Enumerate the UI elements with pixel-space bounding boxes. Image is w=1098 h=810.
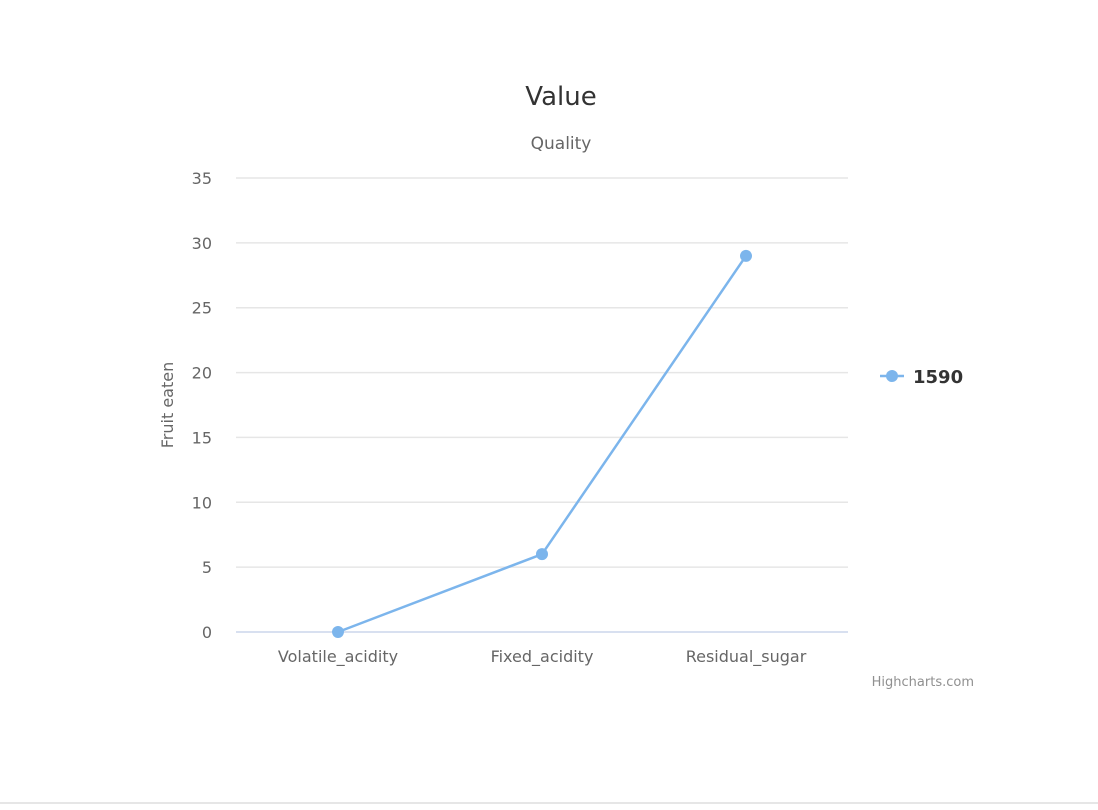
x-axis-tick-labels: Volatile_acidity Fixed_acidity Residual_su… [278, 647, 807, 667]
legend-item-label[interactable]: 1590 [913, 367, 963, 388]
x-tick-label: Volatile_acidity [278, 647, 398, 667]
y-tick-label: 0 [202, 623, 212, 642]
series-line[interactable] [336, 254, 748, 634]
y-axis-title: Fruit eaten [158, 362, 177, 448]
y-tick-label: 35 [192, 169, 212, 188]
x-tick-label: Residual_sugar [686, 647, 807, 667]
y-tick-label: 10 [192, 493, 212, 512]
legend[interactable]: 1590 [880, 367, 963, 388]
x-tick-label: Fixed_acidity [491, 647, 594, 667]
grid-lines [236, 177, 848, 568]
y-tick-label: 30 [192, 234, 212, 253]
bottom-divider [0, 802, 1098, 804]
y-tick-label: 5 [202, 558, 212, 577]
y-tick-label: 15 [192, 428, 212, 447]
chart-title: Value [525, 82, 596, 112]
y-tick-label: 25 [192, 299, 212, 318]
y-tick-label: 20 [192, 364, 212, 383]
line-chart: Value Quality Fruit eaten 0 5 10 15 20 25 30 35… [158, 82, 974, 690]
data-point-marker[interactable] [740, 249, 752, 262]
data-point-marker[interactable] [536, 548, 548, 561]
y-axis-tick-labels: 0 5 10 15 20 25 30 35 [192, 169, 212, 642]
chart-container: Value Quality Fruit eaten 0 5 10 15 20 25 30 35… [0, 0, 1098, 806]
data-point-marker[interactable] [332, 626, 344, 638]
chart-subtitle: Quality [531, 134, 592, 154]
legend-symbol-marker [886, 370, 898, 382]
credits-link[interactable]: Highcharts.com [872, 675, 974, 690]
